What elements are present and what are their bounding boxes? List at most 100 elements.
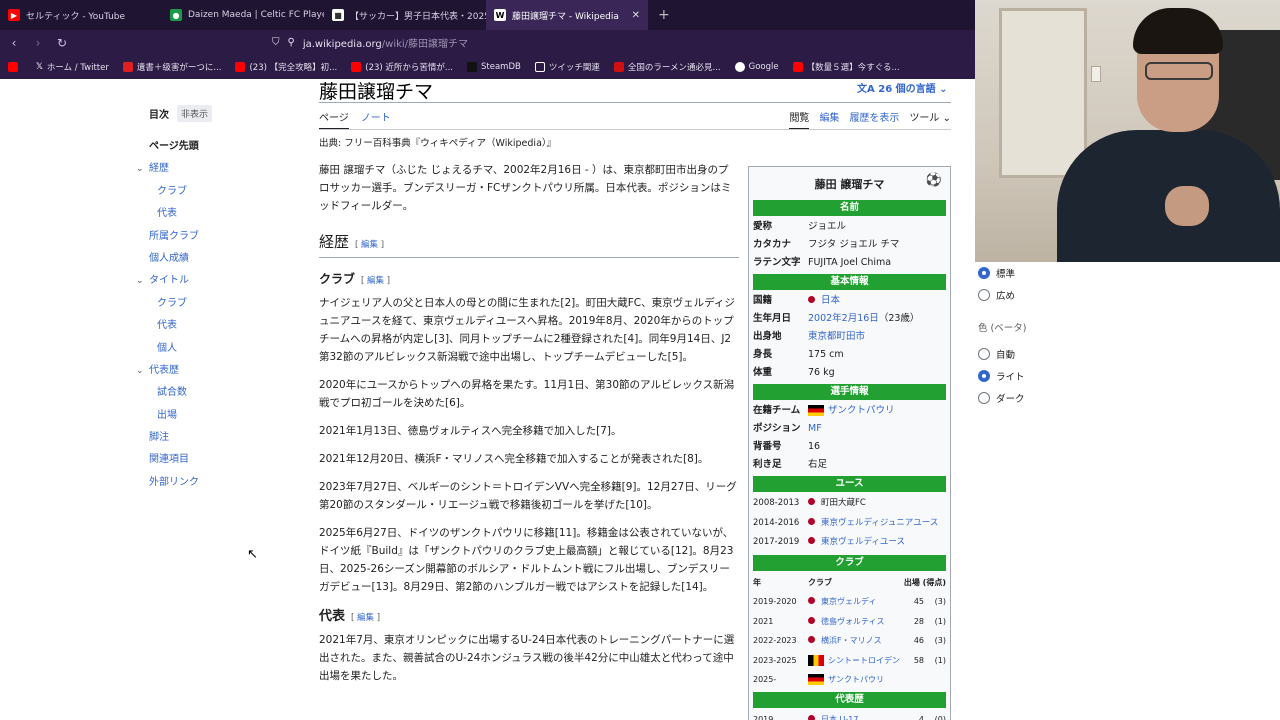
article-body: 出典: フリー百科事典『ウィキペディア（Wikipedia）』 藤田 譲瑠チマ（… <box>319 135 739 695</box>
page-icon: ■ <box>332 9 344 21</box>
toc-item[interactable]: 代表 <box>136 203 296 225</box>
translate-icon: 文A <box>857 84 875 95</box>
toc-item[interactable]: 個人 <box>136 338 296 360</box>
infobox-link[interactable]: 日本 <box>821 295 840 306</box>
language-button[interactable]: 文A 26 個の言語 ⌄ <box>857 80 948 95</box>
toc-item[interactable]: 所属クラブ <box>136 226 296 248</box>
tab-wikipedia[interactable]: W 藤田譲瑠チマ - Wikipedia ✕ <box>486 0 648 30</box>
radio-icon[interactable] <box>978 392 990 404</box>
club-link[interactable]: 徳島ヴォルティス <box>821 617 885 626</box>
club-link[interactable]: 横浜F・マリノス <box>821 636 882 645</box>
bookmark-item[interactable]: (23) 【完全攻略】初... <box>235 61 337 73</box>
color-dark-option[interactable]: ダーク <box>978 391 1025 405</box>
japan-flag-icon <box>808 714 815 720</box>
bookmark-item[interactable]: 【数量５選】今すぐる... <box>792 61 900 73</box>
tab-page[interactable]: ページ <box>319 109 349 130</box>
toc-item[interactable]: 試合数 <box>136 382 296 404</box>
tab-note[interactable]: ノート <box>361 109 391 130</box>
club-row: 2022-2023 横浜F・マリノス 46 (3) <box>753 636 946 645</box>
bookmark-icon[interactable]: ⛉ <box>272 37 280 48</box>
toc-item[interactable]: クラブ <box>136 293 296 315</box>
paragraph: 2021年7月、東京オリンピックに出場するU-24日本代表のトレーニングパートナ… <box>319 634 735 682</box>
radio-checked-icon[interactable] <box>978 370 990 382</box>
bookmark-item[interactable]: Google <box>734 62 779 72</box>
tab-bar: ▶ セルティック - YouTube ● Daizen Maeda | Celtic… <box>0 0 975 30</box>
infobox: 藤田 譲瑠チマ ⚽ 名前 愛称 ジョエル カタカナ フジタ ジョエル チマ ラテン文字… <box>748 166 951 720</box>
bookmark-item[interactable]: 全国のラーメン通必見... <box>613 61 721 73</box>
bookmark-item[interactable] <box>8 62 22 72</box>
club-link[interactable]: ザンクトパウリ <box>828 675 884 684</box>
infobox-link[interactable]: 2002年2月16日 <box>808 313 879 324</box>
infobox-link[interactable]: MF <box>808 423 822 434</box>
radio-icon[interactable] <box>978 348 990 360</box>
toc-item[interactable]: 代表 <box>136 315 296 337</box>
edit-link[interactable]: 編集 <box>361 240 378 250</box>
site-info-icon[interactable]: ⚲ <box>288 37 295 48</box>
radio-icon[interactable] <box>978 289 990 301</box>
germany-flag-icon <box>808 405 824 416</box>
toc-item[interactable]: ⌄ タイトル <box>136 270 296 292</box>
tab-history[interactable]: 履歴を表示 <box>849 109 899 130</box>
close-icon[interactable]: ✕ <box>632 10 640 21</box>
google-icon <box>734 62 745 72</box>
japan-flag-icon <box>808 498 815 505</box>
edit-link[interactable]: 編集 <box>367 276 384 286</box>
paragraph: ナイジェリア人の父と日本人の母との間に生まれた[2]。町田大蔵FC、東京ヴェルデ… <box>319 297 735 363</box>
width-standard-option[interactable]: 標準 <box>978 266 1015 280</box>
toc-item[interactable]: 脚注 <box>136 427 296 449</box>
lead-paragraph: 藤田 譲瑠チマ（ふじた じょえるチマ、2002年2月16日 - ）は、東京都町田… <box>319 164 732 212</box>
color-light-option[interactable]: ライト <box>978 369 1025 383</box>
paragraph: 2025年6月27日、ドイツのザンクトパウリに移籍[11]。移籍金は公表されてい… <box>319 527 734 593</box>
tab-title: 【サッカー】男子日本代表・2025年最新メ <box>350 11 486 22</box>
tab-title: Daizen Maeda | Celtic FC Player Profi <box>188 10 324 20</box>
tab-edit[interactable]: 編集 <box>819 109 839 130</box>
edit-link[interactable]: 編集 <box>357 613 374 623</box>
youtube-icon: ▶ <box>8 9 20 21</box>
wikipedia-page: 目次 非表示 ページ先頭 ⌄ 経歴 クラブ 代表 所属クラブ 個人成績 ⌄ タイトル クラブ 代表個… <box>0 79 975 720</box>
club-row: 2025- ザンクトパウリ <box>753 674 884 685</box>
toc-item[interactable]: ⌄ 経歴 <box>136 158 296 180</box>
toc-hide-button[interactable]: 非表示 <box>177 105 213 122</box>
bookmark-item[interactable]: 𝕏 ホーム / Twitter <box>36 61 109 73</box>
radio-checked-icon[interactable] <box>978 267 990 279</box>
bookmark-item[interactable]: ツイッチ関連 <box>534 61 600 73</box>
nav-bar: ‹ › ↻ ⛉ ⚲ ja.wikipedia.org/wiki/藤田譲瑠チマ <box>0 30 975 55</box>
chevron-down-icon[interactable]: ⌄ <box>136 270 144 292</box>
club-link[interactable]: 日本 U-17 <box>821 715 858 720</box>
bookmark-item[interactable]: (23) 近所から苦情が... <box>351 61 453 73</box>
infobox-link[interactable]: ザンクトパウリ <box>828 405 895 416</box>
germany-flag-icon <box>808 674 824 685</box>
toc-item[interactable]: 出場 <box>136 405 296 427</box>
reload-icon[interactable]: ↻ <box>52 36 72 50</box>
tab-soccer[interactable]: ■ 【サッカー】男子日本代表・2025年最新メ <box>324 0 486 30</box>
infobox-header: クラブ <box>753 554 946 571</box>
chevron-down-icon[interactable]: ⌄ <box>136 158 144 180</box>
section-career: 経歴[ 編集 ] <box>319 233 739 258</box>
club-row: 2021 徳島ヴォルティス 28 (1) <box>753 616 946 626</box>
new-tab-icon[interactable]: + <box>648 7 680 23</box>
back-icon[interactable]: ‹ <box>4 36 24 50</box>
toc-item[interactable]: ⌄ 代表歴 <box>136 360 296 382</box>
forward-icon[interactable]: › <box>28 36 48 50</box>
infobox-link[interactable]: 東京都町田市 <box>808 331 865 342</box>
toc-item[interactable]: ページ先頭 <box>136 136 296 158</box>
tab-celtic[interactable]: ● Daizen Maeda | Celtic FC Player Profi <box>162 0 324 30</box>
club-link[interactable]: 東京ヴェルディ <box>821 597 876 606</box>
bookmark-item[interactable]: 遺書＋级害がーつに... <box>122 61 221 73</box>
toc-item[interactable]: クラブ <box>136 181 296 203</box>
toc-title: 目次 <box>149 110 169 121</box>
address-bar[interactable]: ⛉ ⚲ ja.wikipedia.org/wiki/藤田譲瑠チマ <box>272 35 468 50</box>
folder-icon <box>534 62 545 72</box>
japan-flag-icon <box>808 597 815 604</box>
width-wide-option[interactable]: 広め <box>978 288 1015 302</box>
toc-item[interactable]: 外部リンク <box>136 472 296 494</box>
paragraph: 2021年12月20日、横浜F・マリノスへ完全移籍で加入することが発表された[8… <box>319 453 709 465</box>
tab-youtube[interactable]: ▶ セルティック - YouTube <box>0 0 162 30</box>
toc-item[interactable]: 関連項目 <box>136 449 296 471</box>
color-auto-option[interactable]: 自動 <box>978 347 1015 361</box>
tools-menu[interactable]: ツール ⌄ <box>909 109 951 130</box>
toc-item[interactable]: 個人成績 <box>136 248 296 270</box>
tab-read[interactable]: 閲覧 <box>789 109 810 130</box>
chevron-down-icon[interactable]: ⌄ <box>136 360 144 382</box>
bookmark-item[interactable]: SteamDB <box>467 62 521 72</box>
